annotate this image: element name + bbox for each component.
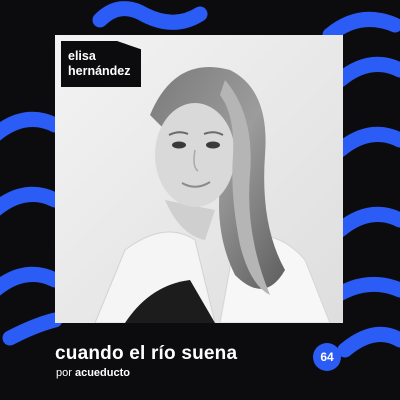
guest-photo: elisa hernández bbox=[55, 35, 343, 323]
guest-name-tag: elisa hernández bbox=[61, 41, 141, 87]
episode-number: 64 bbox=[320, 350, 334, 364]
show-byline: por acueducto bbox=[56, 367, 130, 379]
guest-first-name: elisa bbox=[68, 49, 96, 63]
guest-last-name: hernández bbox=[68, 64, 131, 78]
episode-number-badge: 64 bbox=[313, 343, 341, 371]
show-title: cuando el río suena bbox=[55, 343, 238, 364]
byline-prefix: por bbox=[56, 367, 72, 379]
brand-name: acueducto bbox=[74, 367, 130, 379]
podcast-cover: elisa hernández cuando el río suena por … bbox=[0, 0, 400, 400]
